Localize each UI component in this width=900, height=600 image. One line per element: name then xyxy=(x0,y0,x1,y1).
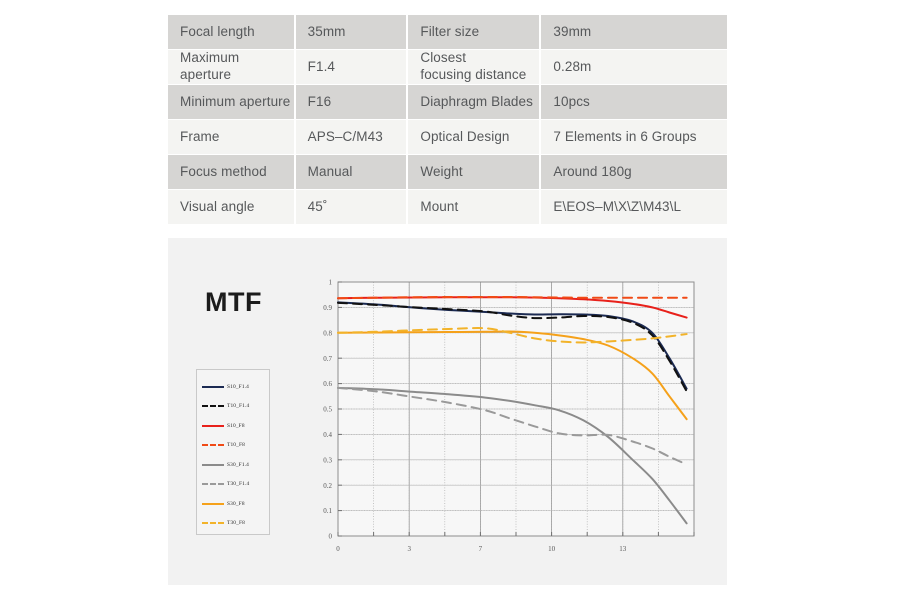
legend-label: T30_F1.4 xyxy=(227,481,250,488)
spec-value: 45˚ xyxy=(295,190,409,224)
spec-value-2: 39mm xyxy=(541,15,727,49)
legend-item: S10_F8 xyxy=(197,416,269,436)
spec-value: F1.4 xyxy=(295,50,409,84)
y-tick-label: 0 xyxy=(329,533,333,541)
y-tick-label: 0.7 xyxy=(323,355,332,363)
y-tick-label: 0.5 xyxy=(323,406,332,414)
y-tick-label: 0.3 xyxy=(323,456,332,464)
legend-label: T10_F8 xyxy=(227,442,245,449)
mtf-plot-area: 0 0.1 0.2 0.3 0.4 0.5 0.6 0.7 0.8 0.9 1 0 3 7 10 13 xyxy=(308,274,700,569)
y-tick-label: 0.9 xyxy=(323,304,332,312)
y-tick-label: 0.4 xyxy=(323,431,332,439)
x-tick-label: 7 xyxy=(479,545,483,553)
spec-value: Manual xyxy=(295,155,409,189)
spec-value-2: Around 180g xyxy=(541,155,727,189)
legend-label: T10_F1.4 xyxy=(227,403,250,410)
table-row: Focal length 35mm Filter size 39mm xyxy=(168,15,727,49)
spec-value: 35mm xyxy=(295,15,409,49)
y-tick-label: 1 xyxy=(329,279,333,287)
legend-swatch-icon xyxy=(202,483,224,486)
table-row: Visual angle 45˚ Mount E\EOS–M\X\Z\M43\L xyxy=(168,190,727,224)
spec-label-2: Optical Design xyxy=(408,120,542,154)
chart-legend: S10_F1.4 T10_F1.4 S10_F8 T10_F8 S30_F1.4 T30_… xyxy=(196,369,270,535)
legend-label: S10_F8 xyxy=(227,422,245,429)
legend-label: S10_F1.4 xyxy=(227,383,250,390)
plot-grid xyxy=(338,282,694,536)
legend-swatch-icon xyxy=(202,463,224,466)
spec-value: APS–C/M43 xyxy=(295,120,409,154)
spec-label: Minimum aperture xyxy=(168,85,296,119)
legend-swatch-icon xyxy=(202,444,224,447)
spec-label-2: Mount xyxy=(408,190,542,224)
legend-label: S30_F1.4 xyxy=(227,461,250,468)
specification-table: Focal length 35mm Filter size 39mm Maximum a… xyxy=(168,14,727,225)
spec-label: Visual angle xyxy=(168,190,296,224)
spec-value: F16 xyxy=(295,85,409,119)
spec-value-2: 10pcs xyxy=(541,85,727,119)
legend-swatch-icon xyxy=(202,522,224,525)
spec-value-2: 7 Elements in 6 Groups xyxy=(541,120,727,154)
legend-swatch-icon xyxy=(202,424,224,427)
legend-item: T10_F8 xyxy=(197,436,269,456)
legend-swatch-icon xyxy=(202,405,224,408)
x-tick-label: 3 xyxy=(407,545,411,553)
x-tick-label: 10 xyxy=(548,545,556,553)
spec-label-2: Closest focusing distance xyxy=(408,50,542,84)
legend-item: T10_F1.4 xyxy=(197,397,269,417)
spec-label: Focal length xyxy=(168,15,296,49)
y-tick-label: 0.1 xyxy=(323,507,332,515)
mtf-plot-svg: 00.10.20.30.40.50.60.70.80.910 3 7 10 13 xyxy=(323,279,695,553)
spec-value-2: E\EOS–M\X\Z\M43\L xyxy=(541,190,727,224)
table-row: Minimum aperture F16 Diaphragm Blades 10pcs xyxy=(168,85,727,119)
table-row: Frame APS–C/M43 Optical Design 7 Elements i… xyxy=(168,120,727,154)
legend-swatch-icon xyxy=(202,502,224,505)
spec-label-2: Weight xyxy=(408,155,542,189)
spec-label-2: Diaphragm Blades xyxy=(408,85,542,119)
spec-label: Maximum aperture xyxy=(168,50,296,84)
spec-label: Focus method xyxy=(168,155,296,189)
x-tick-label: 0 xyxy=(336,545,340,553)
legend-swatch-icon xyxy=(202,385,224,388)
table-row: Maximum aperture F1.4 Closest focusing dis… xyxy=(168,50,727,84)
legend-label: T30_F8 xyxy=(227,520,245,527)
spec-value-2: 0.28m xyxy=(541,50,727,84)
legend-item: T30_F1.4 xyxy=(197,475,269,495)
table-row: Focus method Manual Weight Around 180g xyxy=(168,155,727,189)
spec-label: Frame xyxy=(168,120,296,154)
legend-label: S30_F8 xyxy=(227,500,245,507)
legend-item: S10_F1.4 xyxy=(197,377,269,397)
spec-label-2: Filter size xyxy=(408,15,542,49)
mtf-title: MTF xyxy=(205,287,262,317)
legend-item: S30_F1.4 xyxy=(197,455,269,475)
mtf-chart-panel: MTF S10_F1.4 T10_F1.4 S10_F8 T10_F8 S30_F1.4… xyxy=(168,238,727,585)
x-tick-label: 13 xyxy=(619,545,627,553)
y-tick-label: 0.8 xyxy=(323,329,332,337)
y-tick-label: 0.2 xyxy=(323,482,332,490)
y-tick-label: 0.6 xyxy=(323,380,332,388)
spec-table-body: Focal length 35mm Filter size 39mm Maximum a… xyxy=(168,15,727,224)
legend-item: S30_F8 xyxy=(197,494,269,514)
legend-item: T30_F8 xyxy=(197,514,269,534)
